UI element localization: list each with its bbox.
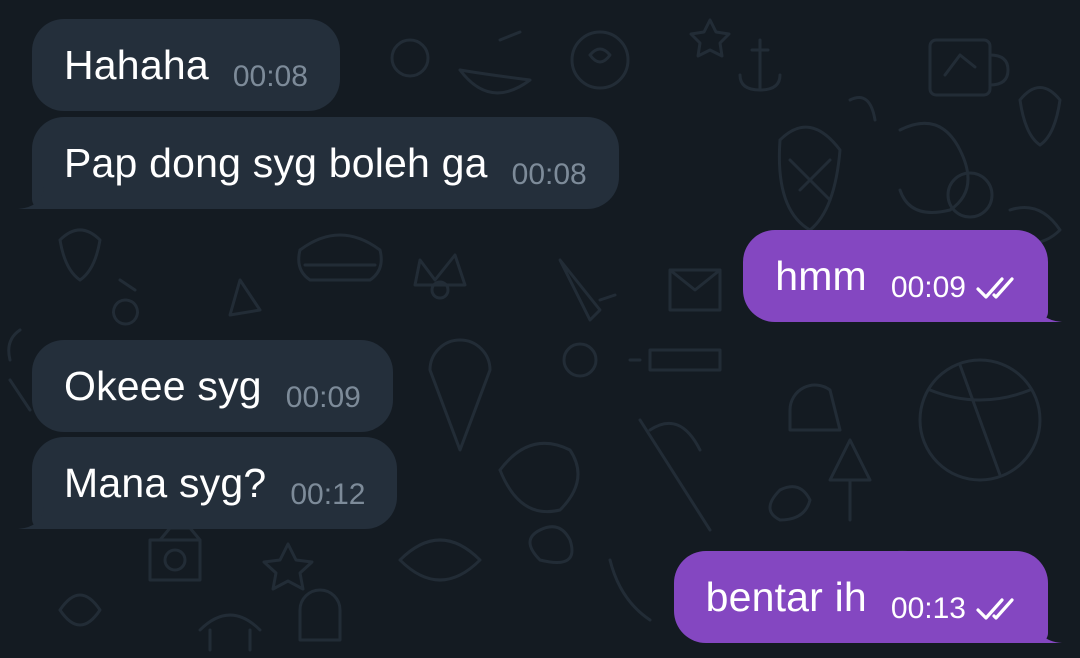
outgoing-message[interactable]: hmm 00:09 xyxy=(743,230,1062,322)
outgoing-message[interactable]: bentar ih 00:13 xyxy=(673,551,1062,643)
double-check-icon xyxy=(976,598,1014,620)
bubble-tail xyxy=(1036,621,1062,643)
incoming-message[interactable]: Hahaha 00:08 xyxy=(32,19,340,111)
message-time: 00:13 xyxy=(890,592,966,625)
message-time: 00:08 xyxy=(511,158,587,191)
double-check-icon xyxy=(976,277,1014,299)
message-text: Mana syg? xyxy=(64,459,267,506)
message-text: Hahaha xyxy=(64,41,209,88)
message-text: Pap dong syg boleh ga xyxy=(64,139,488,186)
message-list[interactable]: Hahaha 00:08 Pap dong syg boleh ga 00:08… xyxy=(0,0,1080,658)
incoming-message[interactable]: Okeee syg 00:09 xyxy=(32,340,393,432)
message-time: 00:09 xyxy=(890,271,966,304)
incoming-message[interactable]: Pap dong syg boleh ga 00:08 xyxy=(18,117,619,209)
incoming-message[interactable]: Mana syg? 00:12 xyxy=(18,437,398,529)
message-time: 00:09 xyxy=(285,381,361,414)
message-time: 00:12 xyxy=(290,478,366,511)
message-time: 00:08 xyxy=(232,60,308,93)
message-text: bentar ih xyxy=(705,573,867,620)
message-text: hmm xyxy=(775,252,867,299)
bubble-tail xyxy=(18,507,44,529)
bubble-tail xyxy=(18,187,44,209)
bubble-tail xyxy=(1036,300,1062,322)
message-text: Okeee syg xyxy=(64,362,262,409)
